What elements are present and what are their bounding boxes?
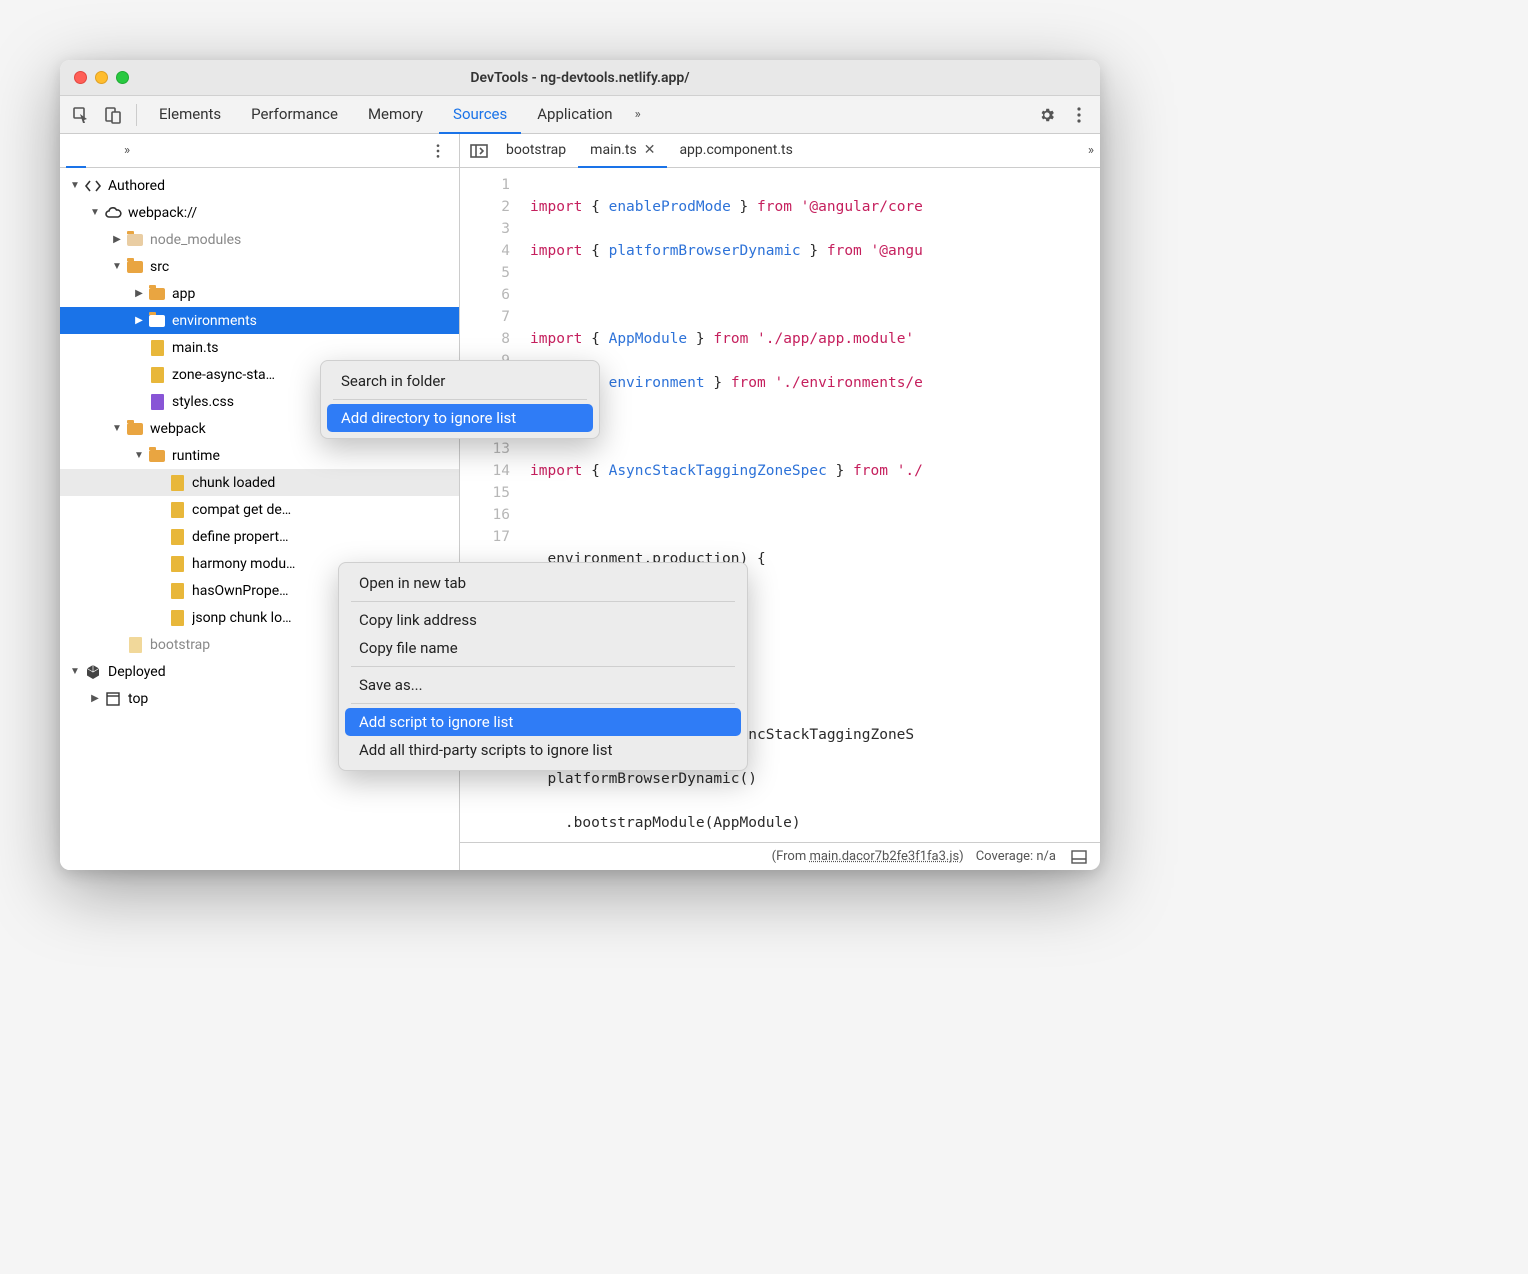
- editor-statusbar: (From main.dacor7b2fe3f1fa3.js) Coverage…: [460, 842, 1100, 870]
- file-icon: [148, 339, 166, 357]
- chevron-right-icon: ▶: [132, 315, 146, 326]
- editor-tabs: bootstrap main.ts ✕ app.component.ts »: [460, 134, 1100, 168]
- divider: [136, 104, 137, 126]
- code-icon: [84, 177, 102, 195]
- window-title: DevTools - ng-devtools.netlify.app/: [60, 70, 1100, 86]
- tree-define-property[interactable]: define propert…: [60, 523, 459, 550]
- chevron-down-icon: ▼: [68, 180, 82, 191]
- titlebar: DevTools - ng-devtools.netlify.app/: [60, 60, 1100, 96]
- chevron-down-icon: ▼: [110, 423, 124, 434]
- inspect-element-icon[interactable]: [66, 100, 96, 130]
- folder-icon: [148, 312, 166, 330]
- kebab-menu-icon[interactable]: [1064, 100, 1094, 130]
- folder-icon: [126, 231, 144, 249]
- editor-tab-appcomponent[interactable]: app.component.ts: [667, 134, 804, 168]
- ctx-add-script-ignore[interactable]: Add script to ignore list: [345, 708, 741, 736]
- tree-compat-get[interactable]: compat get de…: [60, 496, 459, 523]
- editor-tab-main[interactable]: main.ts ✕: [578, 134, 667, 168]
- file-icon: [148, 393, 166, 411]
- tab-performance[interactable]: Performance: [237, 96, 352, 134]
- chevron-down-icon: ▼: [88, 207, 102, 218]
- file-icon: [168, 609, 186, 627]
- chevron-down-icon: ▼: [68, 666, 82, 677]
- folder-icon: [148, 285, 166, 303]
- frame-icon: [104, 690, 122, 708]
- gear-icon[interactable]: [1032, 100, 1062, 130]
- ctx-save-as[interactable]: Save as...: [345, 671, 741, 699]
- folder-icon: [126, 420, 144, 438]
- chevron-down-icon: ▼: [132, 450, 146, 461]
- ctx-separator: [351, 703, 735, 704]
- ctx-copy-filename[interactable]: Copy file name: [345, 634, 741, 662]
- folder-icon: [126, 258, 144, 276]
- panel-tabstrip: Elements Performance Memory Sources Appl…: [60, 96, 1100, 134]
- tree-node-modules[interactable]: ▶ node_modules: [60, 226, 459, 253]
- editor-tab-bootstrap[interactable]: bootstrap: [494, 134, 578, 168]
- pretty-print-icon[interactable]: [1068, 846, 1090, 868]
- more-navigator-tabs-icon[interactable]: »: [118, 143, 136, 158]
- ctx-copy-link[interactable]: Copy link address: [345, 606, 741, 634]
- coverage-label: Coverage: n/a: [976, 849, 1056, 864]
- navigator-tab-filesystem[interactable]: [92, 134, 112, 168]
- tree-src[interactable]: ▼ src: [60, 253, 459, 280]
- context-menu-folder: Search in folder Add directory to ignore…: [320, 360, 600, 439]
- file-icon: [168, 474, 186, 492]
- file-icon: [126, 636, 144, 654]
- close-tab-icon[interactable]: ✕: [644, 142, 656, 158]
- ctx-add-directory-ignore[interactable]: Add directory to ignore list: [327, 404, 593, 432]
- chevron-right-icon: ▶: [110, 234, 124, 245]
- tab-sources[interactable]: Sources: [439, 96, 521, 134]
- ctx-separator: [351, 666, 735, 667]
- chevron-down-icon: ▼: [110, 261, 124, 272]
- navigator-tab-page[interactable]: [66, 134, 86, 168]
- more-tabs-icon[interactable]: »: [629, 107, 647, 122]
- tree-chunk-loaded[interactable]: chunk loaded: [60, 469, 459, 496]
- tab-elements[interactable]: Elements: [145, 96, 235, 134]
- tree-authored[interactable]: ▼ Authored: [60, 172, 459, 199]
- navigator-tabs: »: [60, 134, 459, 168]
- tree-environments[interactable]: ▶ environments: [60, 307, 459, 334]
- file-icon: [168, 555, 186, 573]
- device-toggle-icon[interactable]: [98, 100, 128, 130]
- chevron-right-icon: ▶: [88, 693, 102, 704]
- tree-runtime[interactable]: ▼ runtime: [60, 442, 459, 469]
- context-menu-file: Open in new tab Copy link address Copy f…: [338, 562, 748, 771]
- devtools-window: DevTools - ng-devtools.netlify.app/ Elem…: [60, 60, 1100, 870]
- more-editor-tabs-icon[interactable]: »: [1082, 143, 1100, 158]
- tree-main-ts[interactable]: main.ts: [60, 334, 459, 361]
- sourcemap-link[interactable]: main.dacor7b2fe3f1fa3.js: [809, 849, 959, 864]
- folder-icon: [148, 447, 166, 465]
- ctx-add-third-party-ignore[interactable]: Add all third-party scripts to ignore li…: [345, 736, 741, 764]
- file-icon: [168, 501, 186, 519]
- ctx-open-new-tab[interactable]: Open in new tab: [345, 569, 741, 597]
- file-icon: [168, 528, 186, 546]
- navigator-kebab-icon[interactable]: [423, 136, 453, 166]
- tab-memory[interactable]: Memory: [354, 96, 437, 134]
- cloud-icon: [104, 204, 122, 222]
- ctx-search-folder[interactable]: Search in folder: [327, 367, 593, 395]
- chevron-right-icon: ▶: [132, 288, 146, 299]
- ctx-separator: [333, 399, 587, 400]
- tab-application[interactable]: Application: [523, 96, 626, 134]
- tree-app[interactable]: ▶ app: [60, 280, 459, 307]
- show-navigator-icon[interactable]: [464, 136, 494, 166]
- tree-webpack-scheme[interactable]: ▼ webpack://: [60, 199, 459, 226]
- file-icon: [168, 582, 186, 600]
- cube-icon: [84, 663, 102, 681]
- file-icon: [148, 366, 166, 384]
- ctx-separator: [351, 601, 735, 602]
